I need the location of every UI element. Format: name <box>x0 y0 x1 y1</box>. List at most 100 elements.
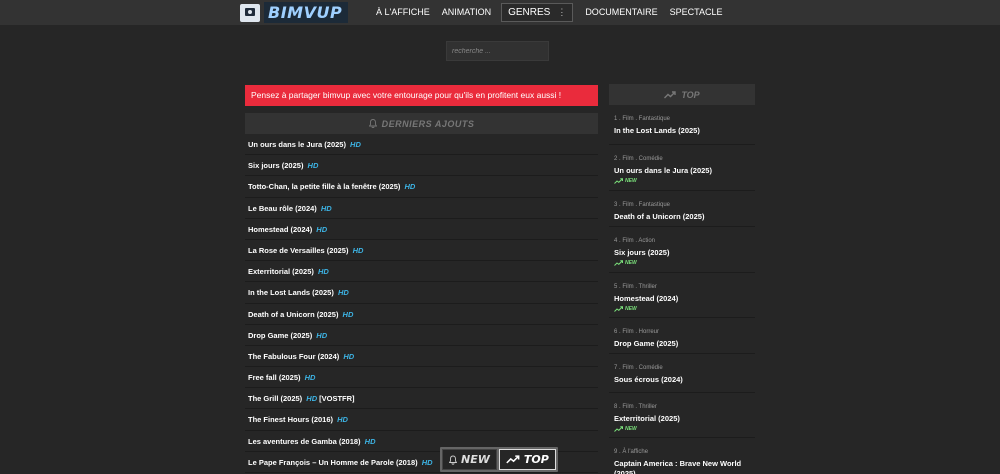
top-button-label: TOP <box>523 453 549 466</box>
top-list: 1 . Film . Fantastique In the Lost Lands… <box>609 105 755 474</box>
search-input[interactable] <box>446 41 549 61</box>
top-item-title: Drop Game (2025) <box>614 339 679 348</box>
hd-badge: HD <box>320 203 332 213</box>
top-item-meta: 7 . Film . Comédie <box>614 365 663 371</box>
item-title: Homestead (2024) <box>248 224 313 234</box>
top-item-title: Sous écrous (2024) <box>614 375 683 384</box>
list-item[interactable]: The Grill (2025) HD [VOSTFR] <box>245 388 598 410</box>
new-badge: NEW <box>614 177 755 185</box>
item-title: Exterritorial (2025) <box>248 267 314 277</box>
list-item[interactable]: Le Beau rôle (2024) HD <box>245 198 598 219</box>
hd-badge: HD <box>316 224 328 234</box>
list-item[interactable]: Totto-Chan, la petite fille à la fenêtre… <box>245 176 598 198</box>
item-title: Six jours (2025) <box>248 161 304 171</box>
top-bar: BIMVUP À L'AFFICHE ANIMATION GENRES ⋮ DO… <box>0 0 1000 25</box>
top-item-title: In the Lost Lands (2025) <box>614 126 700 135</box>
logo-icon <box>240 3 260 22</box>
top-item[interactable]: 1 . Film . Fantastique In the Lost Lands… <box>609 105 755 145</box>
nav-spectacle[interactable]: SPECTACLE <box>664 0 729 25</box>
bell-icon <box>368 119 377 128</box>
new-label: NEW <box>625 426 637 432</box>
list-item[interactable]: Death of a Unicorn (2025) HD <box>245 304 598 325</box>
trending-up-icon <box>506 455 520 464</box>
nav-animation[interactable]: ANIMATION <box>436 0 497 25</box>
trending-up-icon <box>614 306 623 312</box>
hd-badge: HD <box>337 415 348 425</box>
logo-text: BIMVUP <box>264 2 349 23</box>
new-button[interactable]: NEW <box>442 449 497 470</box>
new-badge: NEW <box>614 305 755 313</box>
latest-additions-title: DERNIERS AJOUTS <box>381 118 475 129</box>
top-item-meta: 6 . Film . Horreur <box>614 329 660 335</box>
hd-badge: HD <box>342 309 354 319</box>
item-title: Un ours dans le Jura (2025) <box>248 140 346 149</box>
nav-a-l-affiche[interactable]: À L'AFFICHE <box>370 0 436 25</box>
top-item-meta: 4 . Film . Action <box>614 238 656 244</box>
nav-genres-label: GENRES <box>508 7 551 18</box>
top-item-meta: 9 . À l'affiche <box>614 449 649 455</box>
top-item[interactable]: 3 . Film . Fantastique Death of a Unicor… <box>609 191 755 227</box>
list-item[interactable]: Homestead (2024) HD <box>245 219 598 240</box>
top-item[interactable]: 9 . À l'affiche Captain America : Brave … <box>609 438 755 474</box>
list-item[interactable]: Free fall (2025) HD <box>245 367 598 389</box>
top-item-title: Death of a Unicorn (2025) <box>614 212 705 221</box>
list-item[interactable]: Six jours (2025) HD <box>245 155 598 177</box>
site-logo[interactable]: BIMVUP <box>240 2 349 23</box>
top-header: TOP <box>609 84 755 105</box>
floating-toggle: NEW TOP <box>440 447 558 472</box>
hd-badge: HD <box>304 373 316 383</box>
language-tag: [VOSTFR] <box>319 394 355 404</box>
top-button[interactable]: TOP <box>498 449 556 470</box>
hd-badge: HD <box>343 351 355 361</box>
top-item-title: Un ours dans le Jura (2025) <box>614 166 712 175</box>
nav-documentaire[interactable]: DOCUMENTAIRE <box>579 0 663 25</box>
hd-badge: HD <box>404 182 416 192</box>
top-item[interactable]: 6 . Film . Horreur Drop Game (2025) <box>609 318 755 354</box>
top-item[interactable]: 8 . Film . Thriller Exterritorial (2025)… <box>609 393 755 438</box>
new-label: NEW <box>625 178 637 184</box>
trending-up-icon <box>664 90 677 98</box>
top-item-meta: 8 . Film . Thriller <box>614 404 657 410</box>
hd-badge: HD <box>364 436 376 446</box>
new-label: NEW <box>625 260 637 266</box>
new-button-label: NEW <box>461 453 490 466</box>
kebab-menu-icon: ⋮ <box>557 7 567 17</box>
item-title: Death of a Unicorn (2025) <box>248 309 339 319</box>
item-title: Le Beau rôle (2024) <box>248 203 317 213</box>
hd-badge: HD <box>317 267 329 277</box>
new-label: NEW <box>625 306 637 312</box>
item-title: Les aventures de Gamba (2018) <box>248 436 361 446</box>
top-item[interactable]: 7 . Film . Comédie Sous écrous (2024) <box>609 354 755 393</box>
list-item[interactable]: Drop Game (2025) HD <box>245 325 598 346</box>
top-item[interactable]: 2 . Film . Comédie Un ours dans le Jura … <box>609 145 755 191</box>
hd-badge: HD <box>352 245 364 255</box>
item-title: The Finest Hours (2016) <box>248 415 334 425</box>
top-item-title: Six jours (2025) <box>614 248 670 257</box>
item-title: Totto-Chan, la petite fille à la fenêtre… <box>248 182 401 192</box>
top-item-title: Homestead (2024) <box>614 294 679 303</box>
list-item[interactable]: La Rose de Versailles (2025) HD <box>245 240 598 262</box>
hd-badge: HD <box>307 161 319 171</box>
item-title: Free fall (2025) <box>248 373 301 383</box>
top-item-meta: 5 . Film . Thriller <box>614 284 657 290</box>
new-badge: NEW <box>614 425 755 433</box>
top-item-meta: 3 . Film . Fantastique <box>614 202 671 208</box>
list-item[interactable]: Un ours dans le Jura (2025) HD <box>245 134 598 156</box>
hd-badge: HD <box>316 330 328 340</box>
share-alert-banner: Pensez à partager bimvup avec votre ento… <box>245 85 598 106</box>
top-item-meta: 1 . Film . Fantastique <box>614 116 671 122</box>
top-item-title: Captain America : Brave New World (2025) <box>614 459 742 474</box>
item-title: La Rose de Versailles (2025) <box>248 245 349 255</box>
top-item[interactable]: 4 . Film . Action Six jours (2025) NEW <box>609 227 755 273</box>
item-title: Drop Game (2025) <box>248 330 313 340</box>
hd-badge: HD <box>337 288 349 298</box>
trending-up-icon <box>614 178 623 184</box>
list-item[interactable]: The Finest Hours (2016) HD <box>245 409 598 431</box>
item-title: The Grill (2025) <box>248 394 303 404</box>
list-item[interactable]: The Fabulous Four (2024) HD <box>245 346 598 368</box>
top-title: TOP <box>681 89 700 100</box>
top-item[interactable]: 5 . Film . Thriller Homestead (2024) NEW <box>609 273 755 318</box>
list-item[interactable]: Exterritorial (2025) HD <box>245 261 598 283</box>
nav-genres-dropdown[interactable]: GENRES ⋮ <box>501 3 574 22</box>
list-item[interactable]: In the Lost Lands (2025) HD <box>245 282 598 304</box>
